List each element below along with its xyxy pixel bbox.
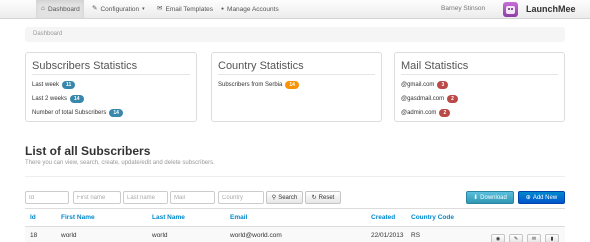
- breadcrumb-current: Dashboard: [33, 31, 63, 37]
- trash-icon: ▮: [550, 235, 554, 242]
- cell-first-name: world: [61, 232, 77, 239]
- column-header-country-code[interactable]: Country Code: [411, 214, 454, 221]
- caret-down-icon: ▾: [142, 6, 145, 12]
- mail-statistics-panel: Mail Statistics @gmail.com 3 @gasdmail.c…: [394, 52, 565, 122]
- eye-icon: ◉: [495, 235, 501, 242]
- stat-row: @gmail.com 3: [401, 79, 558, 91]
- home-icon: ⌂: [41, 4, 45, 12]
- edit-button[interactable]: ✎: [509, 234, 523, 242]
- panel-title: Subscribers Statistics: [32, 60, 190, 75]
- cell-id: 18: [30, 232, 38, 239]
- page-description: There you can view, search, create, upda…: [25, 160, 215, 166]
- email-button[interactable]: ✉: [527, 234, 541, 242]
- stat-row: @gasdmail.com 2: [401, 93, 558, 105]
- count-badge: 3: [437, 81, 449, 89]
- divider: [25, 176, 565, 177]
- top-navbar: ⌂ Dashboard ✎ Configuration ▾ ✉ Email Te…: [0, 0, 590, 19]
- column-header-last-name[interactable]: Last Name: [152, 214, 185, 221]
- user-icon: ●: [221, 5, 225, 12]
- stat-row: @admin.com 2: [401, 107, 558, 119]
- page-title: List of all Subscribers: [25, 144, 151, 158]
- nav-manage-accounts[interactable]: ● Manage Accounts: [221, 0, 279, 18]
- stat-row: Subscribers from Serbia 14: [218, 79, 375, 91]
- mail-filter-input[interactable]: [170, 191, 215, 204]
- count-badge: 14: [109, 109, 123, 117]
- reset-button[interactable]: ↻ Reset: [305, 191, 341, 204]
- panel-title: Country Statistics: [218, 60, 375, 75]
- column-header-first-name[interactable]: First Name: [61, 214, 95, 221]
- add-new-button[interactable]: ⊕ Add New: [518, 191, 565, 204]
- table-header: Id First Name Last Name Email Created Co…: [25, 208, 565, 226]
- search-button[interactable]: ⚲ Search: [266, 191, 303, 204]
- count-badge: 2: [447, 95, 458, 103]
- first-name-filter-input[interactable]: [73, 191, 121, 204]
- download-button[interactable]: ⬇ Download: [466, 191, 514, 204]
- breadcrumb: Dashboard: [25, 27, 565, 42]
- panel-title: Mail Statistics: [401, 60, 558, 75]
- envelope-icon: ✉: [531, 235, 537, 242]
- nav-configuration[interactable]: ✎ Configuration ▾: [92, 0, 145, 18]
- id-filter-input[interactable]: [25, 191, 69, 204]
- app-logo-icon: [503, 2, 518, 17]
- view-button[interactable]: ◉: [491, 234, 505, 242]
- count-badge: 14: [70, 95, 84, 103]
- search-icon: ⚲: [271, 195, 277, 201]
- column-header-created[interactable]: Created: [371, 214, 395, 221]
- wrench-icon: ✎: [92, 4, 98, 12]
- envelope-icon: ✉: [157, 4, 163, 12]
- table-row: 18 world world world@world.com 22/01/201…: [25, 226, 565, 242]
- refresh-icon: ↻: [311, 195, 317, 201]
- nav-email-templates[interactable]: ✉ Email Templates: [157, 0, 213, 18]
- country-statistics-panel: Country Statistics Subscribers from Serb…: [211, 52, 382, 122]
- last-name-filter-input[interactable]: [123, 191, 168, 204]
- column-header-id[interactable]: Id: [30, 214, 36, 221]
- pencil-icon: ✎: [513, 235, 519, 242]
- cell-last-name: world: [152, 232, 168, 239]
- stat-row: Last week 11: [32, 79, 190, 91]
- plus-icon: ⊕: [525, 195, 531, 201]
- count-badge: 14: [285, 81, 299, 89]
- delete-button[interactable]: ▮: [545, 234, 559, 242]
- nav-dashboard[interactable]: ⌂ Dashboard: [36, 0, 84, 18]
- brand-name: LaunchMee: [526, 4, 576, 14]
- stat-row: Last 2 weeks 14: [32, 93, 190, 105]
- count-badge: 11: [62, 81, 76, 89]
- download-icon: ⬇: [473, 195, 479, 201]
- cell-country-code: RS: [411, 232, 421, 239]
- user-name[interactable]: Barney Stinson: [441, 5, 485, 12]
- column-header-email[interactable]: Email: [230, 214, 247, 221]
- subscribers-statistics-panel: Subscribers Statistics Last week 11 Last…: [25, 52, 197, 122]
- cell-email: world@world.com: [230, 232, 282, 239]
- count-badge: 2: [439, 109, 451, 117]
- stat-row: Number of total Subscribers 14: [32, 107, 190, 119]
- country-filter-input[interactable]: [218, 191, 264, 204]
- cell-created: 22/01/2013: [371, 232, 404, 239]
